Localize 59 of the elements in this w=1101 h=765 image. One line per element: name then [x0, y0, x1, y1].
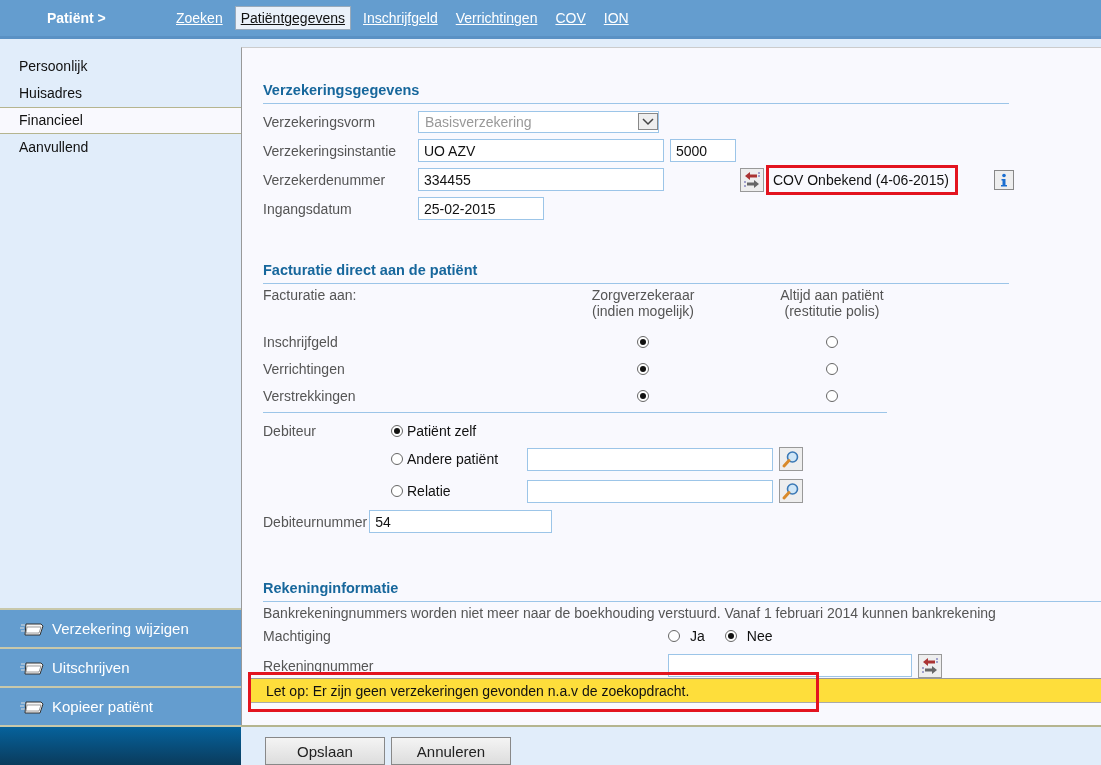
- radio-button[interactable]: [724, 630, 737, 642]
- folder-icon: [20, 698, 44, 715]
- column-header: Zorgverzekeraar (indien mogelijk): [590, 287, 696, 319]
- sidebar-item[interactable]: Persoonlijk: [0, 53, 241, 80]
- insurer-field[interactable]: UO AZV: [418, 139, 664, 162]
- radio-label: Ja: [690, 628, 705, 644]
- radio-button[interactable]: [391, 485, 403, 497]
- row-label: Inschrijfgeld: [263, 334, 339, 350]
- row-label: Verstrekkingen: [263, 388, 357, 404]
- column-label: Facturatie aan:: [263, 287, 358, 303]
- debtor-search-field[interactable]: [527, 479, 773, 503]
- info-icon[interactable]: [993, 169, 1014, 190]
- cov-status-text: COV Onbekend (4-06-2015): [766, 164, 958, 195]
- insured-number-field[interactable]: 334455: [418, 168, 664, 191]
- warning-toast: Let op: Er zijn geen verzekeringen gevonden n.a.v de zoekopdracht.: [248, 678, 1101, 703]
- insurer-code-field[interactable]: 5000: [670, 139, 736, 162]
- radio-label: Patiënt zelf: [407, 423, 478, 439]
- sidebar-item[interactable]: Financieel: [0, 107, 241, 134]
- folder-icon: [20, 620, 44, 637]
- sidebar-item[interactable]: Aanvullend: [0, 134, 241, 161]
- field-label: Verzekerdenummer: [263, 171, 387, 188]
- field-label: Rekeningnummer: [263, 657, 374, 674]
- field-label: Ingangsdatum: [263, 200, 353, 217]
- debtor-number-field[interactable]: 54: [369, 510, 553, 533]
- radio-button[interactable]: [826, 336, 838, 348]
- radio-button[interactable]: [637, 390, 649, 402]
- search-icon[interactable]: [779, 479, 803, 503]
- field-label: Verzekeringsvorm: [263, 113, 377, 130]
- section-heading: Verzekeringsgegevens: [263, 82, 421, 98]
- field-label: Verzekeringsinstantie: [263, 142, 398, 159]
- sidebar-item[interactable]: Huisadres: [0, 80, 241, 107]
- start-date-field[interactable]: 25-02-2015: [418, 197, 544, 220]
- radio-button[interactable]: [637, 363, 649, 375]
- radio-label: Andere patiënt: [407, 451, 500, 467]
- radio-button[interactable]: [637, 336, 649, 348]
- radio-label: Relatie: [407, 483, 452, 499]
- radio-button[interactable]: [391, 453, 403, 465]
- radio-button[interactable]: [668, 630, 680, 642]
- radio-button[interactable]: [826, 390, 838, 402]
- section-heading: Rekeninginformatie: [263, 580, 400, 596]
- notice-text: Bankrekeningnummers worden niet meer naar de boekhouding verstuurd. Vanaf 1 februari 2014 kunnen bankrekening: [263, 605, 997, 621]
- section-heading: Facturatie direct aan de patiënt: [263, 262, 479, 278]
- column-header: Altijd aan patiënt (restitutie polis): [779, 287, 885, 319]
- field-label: Debiteurnummer: [263, 513, 368, 530]
- debtor-search-field[interactable]: [527, 447, 773, 471]
- swap-arrows-icon[interactable]: [918, 653, 942, 678]
- radio-label: Nee: [746, 628, 773, 644]
- form-button[interactable]: Annuleren: [391, 737, 511, 765]
- row-label: Verrichtingen: [263, 361, 346, 377]
- form-button[interactable]: Opslaan: [265, 737, 385, 765]
- folder-icon: [20, 659, 44, 676]
- field-label: Debiteur: [263, 422, 317, 441]
- field-label: Machtiging: [263, 628, 331, 644]
- nav-tab[interactable]: Patiëntgegevens: [234, 6, 351, 30]
- radio-button[interactable]: [826, 363, 838, 375]
- search-icon[interactable]: [779, 447, 803, 471]
- chevron-down-icon: [638, 113, 658, 130]
- radio-button[interactable]: [391, 425, 403, 437]
- swap-arrows-icon[interactable]: [740, 167, 764, 192]
